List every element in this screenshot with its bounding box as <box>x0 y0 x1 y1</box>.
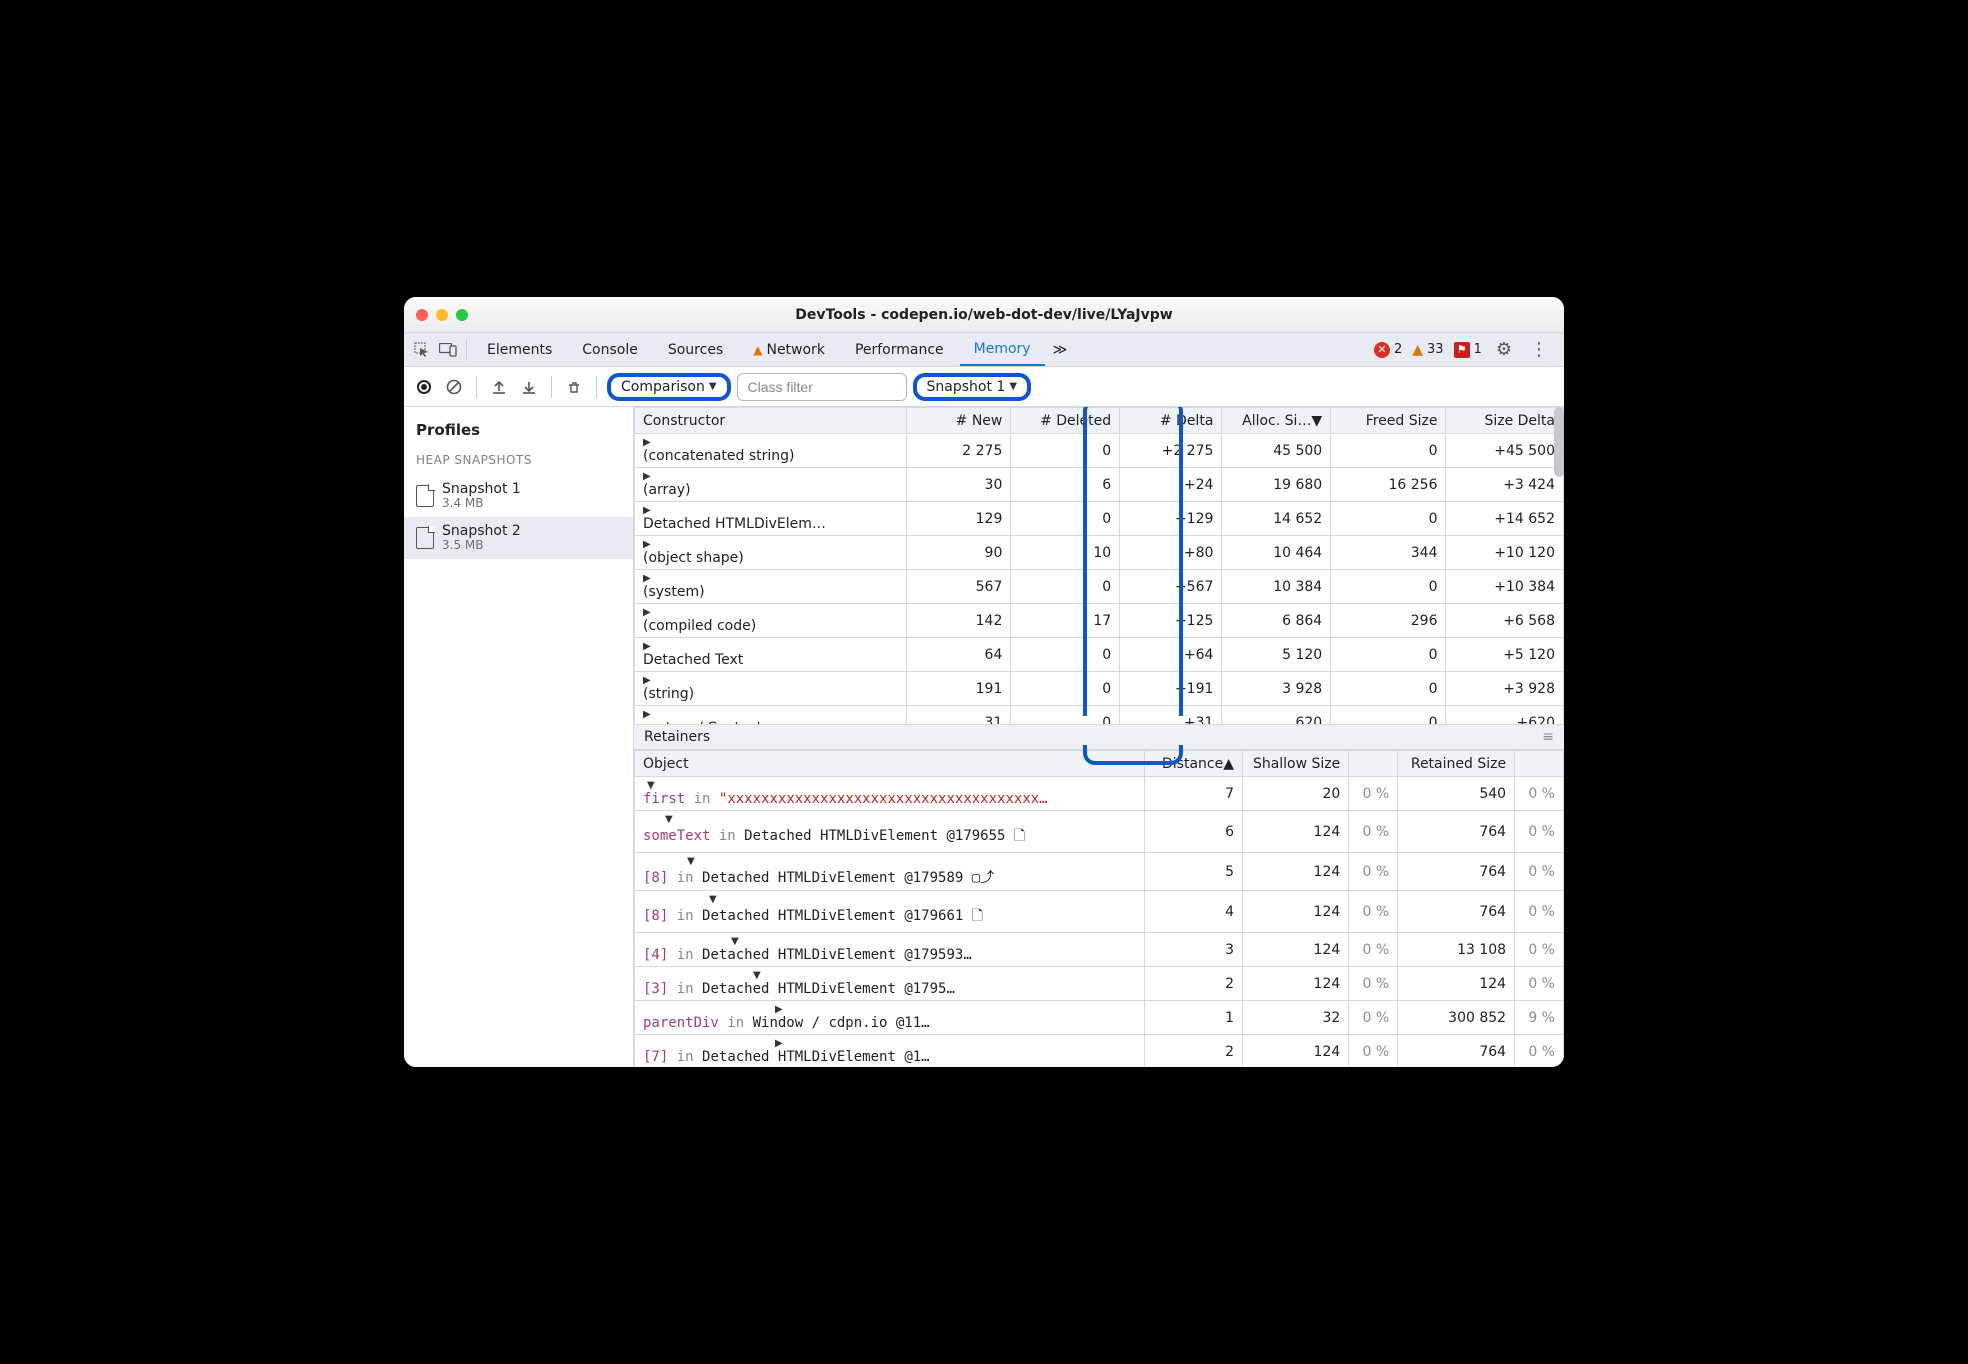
warning-icon: ▲ <box>1412 342 1423 358</box>
profiles-title: Profiles <box>416 421 621 439</box>
retainers-header: Retainers ≡ <box>634 724 1564 750</box>
devtools-window: DevTools - codepen.io/web-dot-dev/live/L… <box>404 297 1564 1067</box>
comparison-pane: Constructor# New# Deleted# DeltaAlloc. S… <box>634 407 1564 1067</box>
memory-toolbar: Comparison ▼ Snapshot 1 ▼ <box>404 367 1564 407</box>
base-snapshot-select[interactable]: Snapshot 1 ▼ <box>913 373 1032 401</box>
load-profile-icon[interactable] <box>487 375 511 399</box>
retainers-table: ObjectDistance▲Shallow Size Retained Size… <box>634 750 1564 1067</box>
column-header[interactable]: # Delta <box>1120 408 1222 434</box>
gc-icon[interactable] <box>562 375 586 399</box>
table-row[interactable]: [3] in Detached HTMLDivElement @1795… 21… <box>635 967 1564 1001</box>
column-header[interactable]: Constructor <box>635 408 907 434</box>
issues-count[interactable]: ⚑1 <box>1454 342 1482 358</box>
warning-count[interactable]: ▲33 <box>1412 342 1443 358</box>
document-icon <box>416 527 434 549</box>
table-row[interactable]: parentDiv in Window / cdpn.io @11… 1320 … <box>635 1001 1564 1035</box>
table-row[interactable]: Detached Text640+645 1200+5 120 <box>635 638 1564 672</box>
column-header[interactable]: Object <box>635 751 1145 777</box>
comparison-table: Constructor# New# Deleted# DeltaAlloc. S… <box>634 407 1564 724</box>
column-header[interactable]: Retained Size <box>1398 751 1515 777</box>
tab-performance[interactable]: Performance <box>841 333 958 366</box>
table-row[interactable]: system / Context310+316200+620 <box>635 706 1564 725</box>
view-mode-label: Comparison <box>621 379 705 395</box>
menu-icon[interactable]: ≡ <box>1542 729 1554 745</box>
error-icon: ✕ <box>1374 342 1390 358</box>
issues-icon: ⚑ <box>1454 342 1470 358</box>
table-row[interactable]: [8] in Detached HTMLDivElement @179661 🗋… <box>635 891 1564 933</box>
retainers-table-scroll[interactable]: ObjectDistance▲Shallow Size Retained Size… <box>634 750 1564 1067</box>
inspect-icon[interactable] <box>410 338 434 362</box>
column-header[interactable] <box>1515 751 1564 777</box>
scrollbar[interactable] <box>1554 407 1564 477</box>
snapshot-item[interactable]: Snapshot 23.5 MB <box>404 517 633 559</box>
table-row[interactable]: (system)5670+56710 3840+10 384 <box>635 570 1564 604</box>
retainers-title: Retainers <box>644 729 710 745</box>
table-row[interactable]: (array)306+2419 68016 256+3 424 <box>635 468 1564 502</box>
tab-sources[interactable]: Sources <box>654 333 737 366</box>
class-filter-input[interactable] <box>737 373 907 401</box>
comparison-table-scroll[interactable]: Constructor# New# Deleted# DeltaAlloc. S… <box>634 407 1564 724</box>
chevron-down-icon: ▼ <box>1009 381 1017 392</box>
tab-memory[interactable]: Memory <box>960 333 1045 366</box>
view-mode-select[interactable]: Comparison ▼ <box>607 373 731 401</box>
table-row[interactable]: Detached HTMLDivElem…1290+12914 6520+14 … <box>635 502 1564 536</box>
column-header[interactable]: Freed Size <box>1331 408 1446 434</box>
base-snapshot-label: Snapshot 1 <box>927 379 1006 395</box>
column-header[interactable] <box>1349 751 1398 777</box>
warning-icon: ▲ <box>753 343 762 357</box>
column-header[interactable]: Distance▲ <box>1145 751 1243 777</box>
tab-network[interactable]: ▲Network <box>739 333 839 366</box>
heap-snapshots-label: HEAP SNAPSHOTS <box>404 449 633 475</box>
column-header[interactable]: # Deleted <box>1011 408 1120 434</box>
table-row[interactable]: [7] in Detached HTMLDivElement @1… 21240… <box>635 1035 1564 1068</box>
column-header[interactable]: # New <box>906 408 1010 434</box>
clear-icon[interactable] <box>442 375 466 399</box>
error-count[interactable]: ✕2 <box>1374 342 1402 358</box>
table-row[interactable]: (object shape)9010+8010 464344+10 120 <box>635 536 1564 570</box>
chevron-down-icon: ▼ <box>709 381 717 392</box>
column-header[interactable]: Shallow Size <box>1242 751 1348 777</box>
table-row[interactable]: [4] in Detached HTMLDivElement @179593… … <box>635 933 1564 967</box>
record-icon[interactable] <box>412 375 436 399</box>
snapshot-item[interactable]: Snapshot 13.4 MB <box>404 475 633 517</box>
window-title: DevTools - codepen.io/web-dot-dev/live/L… <box>404 307 1564 323</box>
table-row[interactable]: [8] in Detached HTMLDivElement @179589 ▢… <box>635 853 1564 891</box>
document-icon <box>416 485 434 507</box>
status-area: ✕2 ▲33 ⚑1 ⚙ ⋮ <box>1374 339 1558 360</box>
tabs-overflow[interactable]: ≫ <box>1047 333 1074 366</box>
column-header[interactable]: Size Delta <box>1446 408 1564 434</box>
table-row[interactable]: someText in Detached HTMLDivElement @179… <box>635 811 1564 853</box>
table-row[interactable]: (string)1910+1913 9280+3 928 <box>635 672 1564 706</box>
table-row[interactable]: (compiled code)14217+1256 864296+6 568 <box>635 604 1564 638</box>
titlebar: DevTools - codepen.io/web-dot-dev/live/L… <box>404 297 1564 333</box>
tab-console[interactable]: Console <box>568 333 652 366</box>
table-row[interactable]: first in "xxxxxxxxxxxxxxxxxxxxxxxxxxxxxx… <box>635 777 1564 811</box>
tab-elements[interactable]: Elements <box>473 333 566 366</box>
main-tabs: Elements Console Sources ▲Network Perfor… <box>404 333 1564 367</box>
table-row[interactable]: (concatenated string)2 2750+2 27545 5000… <box>635 434 1564 468</box>
column-header[interactable]: Alloc. Si…▼ <box>1222 408 1331 434</box>
save-profile-icon[interactable] <box>517 375 541 399</box>
device-toggle-icon[interactable] <box>436 338 460 362</box>
settings-icon[interactable]: ⚙ <box>1492 339 1516 360</box>
profiles-sidebar: Profiles HEAP SNAPSHOTS Snapshot 13.4 MB… <box>404 407 634 1067</box>
more-icon[interactable]: ⋮ <box>1526 339 1552 360</box>
